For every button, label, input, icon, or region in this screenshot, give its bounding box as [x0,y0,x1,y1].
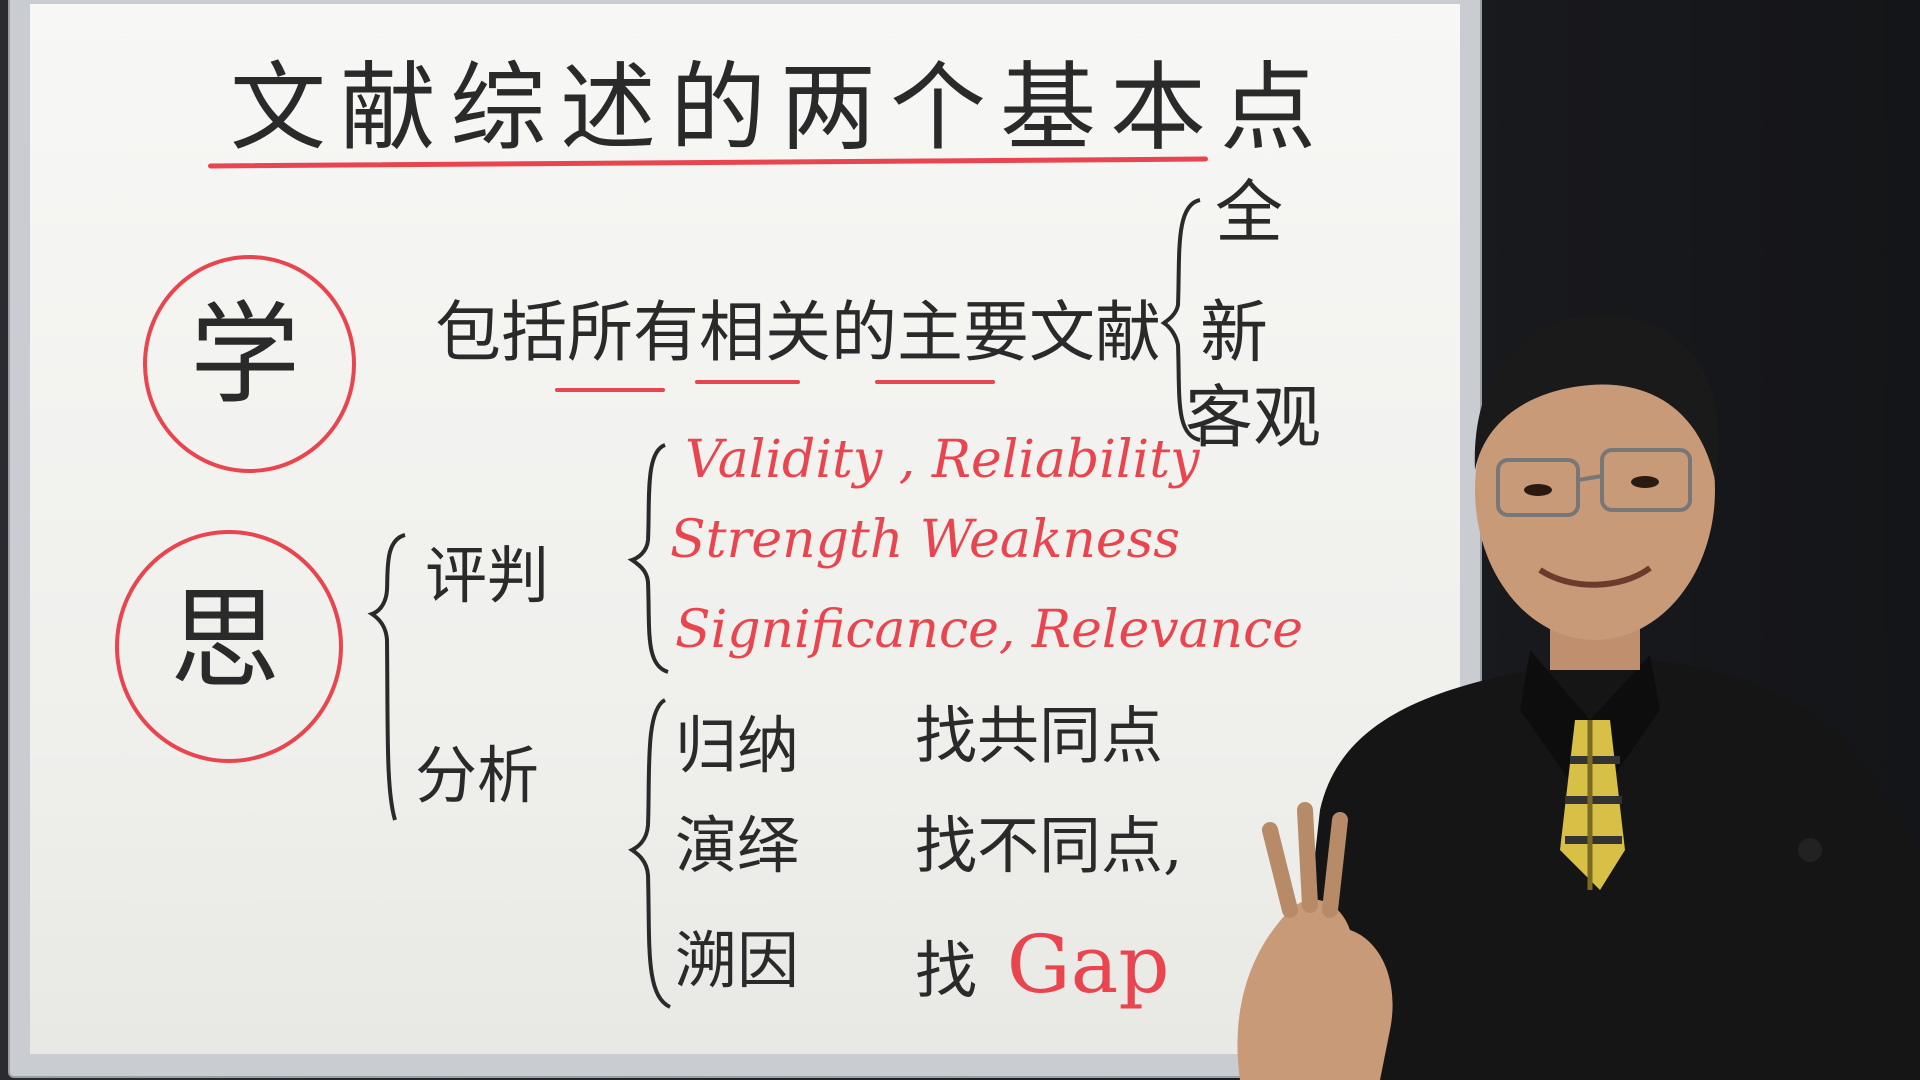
criteria-significance: Significance, Relevance [675,600,1304,660]
underline-all [555,388,665,392]
board-title: 文献综述的两个基本点 [230,52,1330,164]
scope-p3: 相关 [699,294,831,371]
scope-p4: 的 [831,294,897,371]
find-different: 找不同点, [915,809,1183,882]
criteria-validity: Validity , Reliability [685,430,1200,490]
scope-p2: 所有 [567,294,699,371]
criteria-strength: Strength Weakness [670,510,1180,570]
scope-line: 包括所有相关的主要文献 [435,300,1161,366]
quan-char: 全 [1215,174,1284,253]
method-induction: 归纳 [675,709,800,782]
methods-brace [628,698,672,1009]
scope-p6: 文献 [1029,294,1161,371]
gap-word: Gap [1006,918,1170,1011]
xue-char: 学 [190,291,300,419]
method-deduction: 演绎 [675,809,800,882]
method-abduction: 溯因 [675,924,800,997]
scope-p1: 包括 [435,294,567,371]
presenter [1237,314,1920,1080]
fenxi-label: 分析 [415,739,540,812]
si-char: 思 [170,576,280,704]
pingpan-label: 评判 [425,539,550,612]
find-gap: 找 Gap [915,925,1170,1005]
find-gap-prefix: 找 [915,934,978,1007]
underline-main [875,380,995,384]
find-common: 找共同点 [915,699,1164,772]
scope-p5: 主要 [897,294,1029,371]
si-brace [367,533,406,821]
underline-related [695,380,800,384]
